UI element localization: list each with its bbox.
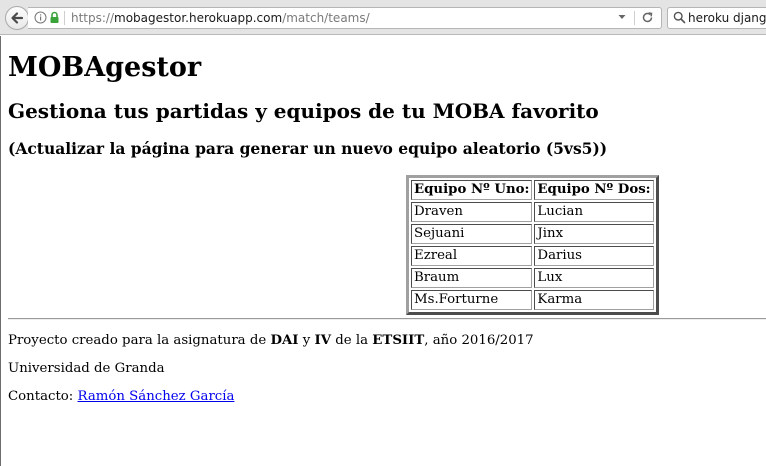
team-two-cell: Darius — [534, 246, 654, 266]
dropdown-arrow-icon[interactable] — [617, 12, 627, 22]
table-row: Braum Lux — [411, 268, 654, 288]
info-icon[interactable] — [34, 11, 47, 24]
url-scheme: https:// — [71, 11, 115, 25]
arrow-left-icon — [11, 12, 24, 24]
browser-toolbar: https://mobagestor.herokuapp.com/match/t… — [0, 0, 766, 35]
school-etsiit: ETSIIT — [372, 333, 425, 348]
course-dai: DAI — [270, 333, 299, 348]
url-host: mobagestor.herokuapp.com — [114, 11, 283, 25]
contact-label: Contacto: — [8, 389, 78, 404]
back-button[interactable] — [5, 6, 29, 30]
footer-text: de la — [331, 333, 373, 348]
team-one-cell: Sejuani — [411, 224, 533, 244]
contact-link[interactable]: Ramón Sánchez García — [78, 389, 235, 404]
table-row: Ms.Forturne Karma — [411, 290, 654, 310]
team-two-cell: Lucian — [534, 202, 654, 222]
footer-text: , año 2016/2017 — [424, 333, 534, 348]
footer-divider — [8, 318, 766, 320]
lock-icon[interactable] — [49, 11, 60, 24]
table-row: Sejuani Jinx — [411, 224, 654, 244]
team-one-cell: Ms.Forturne — [411, 290, 533, 310]
footer-contact: Contacto: Ramón Sánchez García — [8, 388, 234, 406]
course-iv: IV — [314, 333, 332, 348]
table-header-row: Equipo Nº Uno: Equipo Nº Dos: — [411, 180, 654, 200]
footer-project-line: Proyecto creado para la asignatura de DA… — [8, 332, 534, 350]
team-one-cell: Draven — [411, 202, 533, 222]
team-two-cell: Lux — [534, 268, 654, 288]
team-one-cell: Braum — [411, 268, 533, 288]
teams-table: Equipo Nº Uno: Equipo Nº Dos: Draven Luc… — [406, 175, 659, 315]
team-two-cell: Jinx — [534, 224, 654, 244]
team-two-cell: Karma — [534, 290, 654, 310]
search-bar[interactable]: heroku django — [667, 7, 766, 29]
table-row: Draven Lucian — [411, 202, 654, 222]
reload-separator — [634, 11, 635, 25]
url-separator — [64, 11, 65, 25]
header-team-two: Equipo Nº Dos: — [534, 180, 654, 200]
reload-icon[interactable] — [641, 11, 654, 24]
url-path: /match/teams/ — [282, 11, 370, 25]
search-text: heroku django — [688, 11, 766, 25]
footer-text: Proyecto creado para la asignatura de — [8, 333, 271, 348]
page-content: MOBAgestor Gestiona tus partidas y equip… — [0, 36, 766, 466]
table-row: Ezreal Darius — [411, 246, 654, 266]
footer-text: y — [298, 333, 315, 348]
refresh-hint: (Actualizar la página para generar un nu… — [8, 139, 608, 158]
footer-university: Universidad de Granda — [8, 361, 165, 376]
site-title: MOBAgestor — [8, 52, 202, 83]
team-one-cell: Ezreal — [411, 246, 533, 266]
search-icon — [673, 11, 686, 24]
url-text[interactable]: https://mobagestor.herokuapp.com/match/t… — [71, 10, 370, 26]
header-team-one: Equipo Nº Uno: — [411, 180, 533, 200]
url-bar[interactable]: https://mobagestor.herokuapp.com/match/t… — [28, 7, 662, 29]
page-subtitle: Gestiona tus partidas y equipos de tu MO… — [8, 99, 599, 123]
